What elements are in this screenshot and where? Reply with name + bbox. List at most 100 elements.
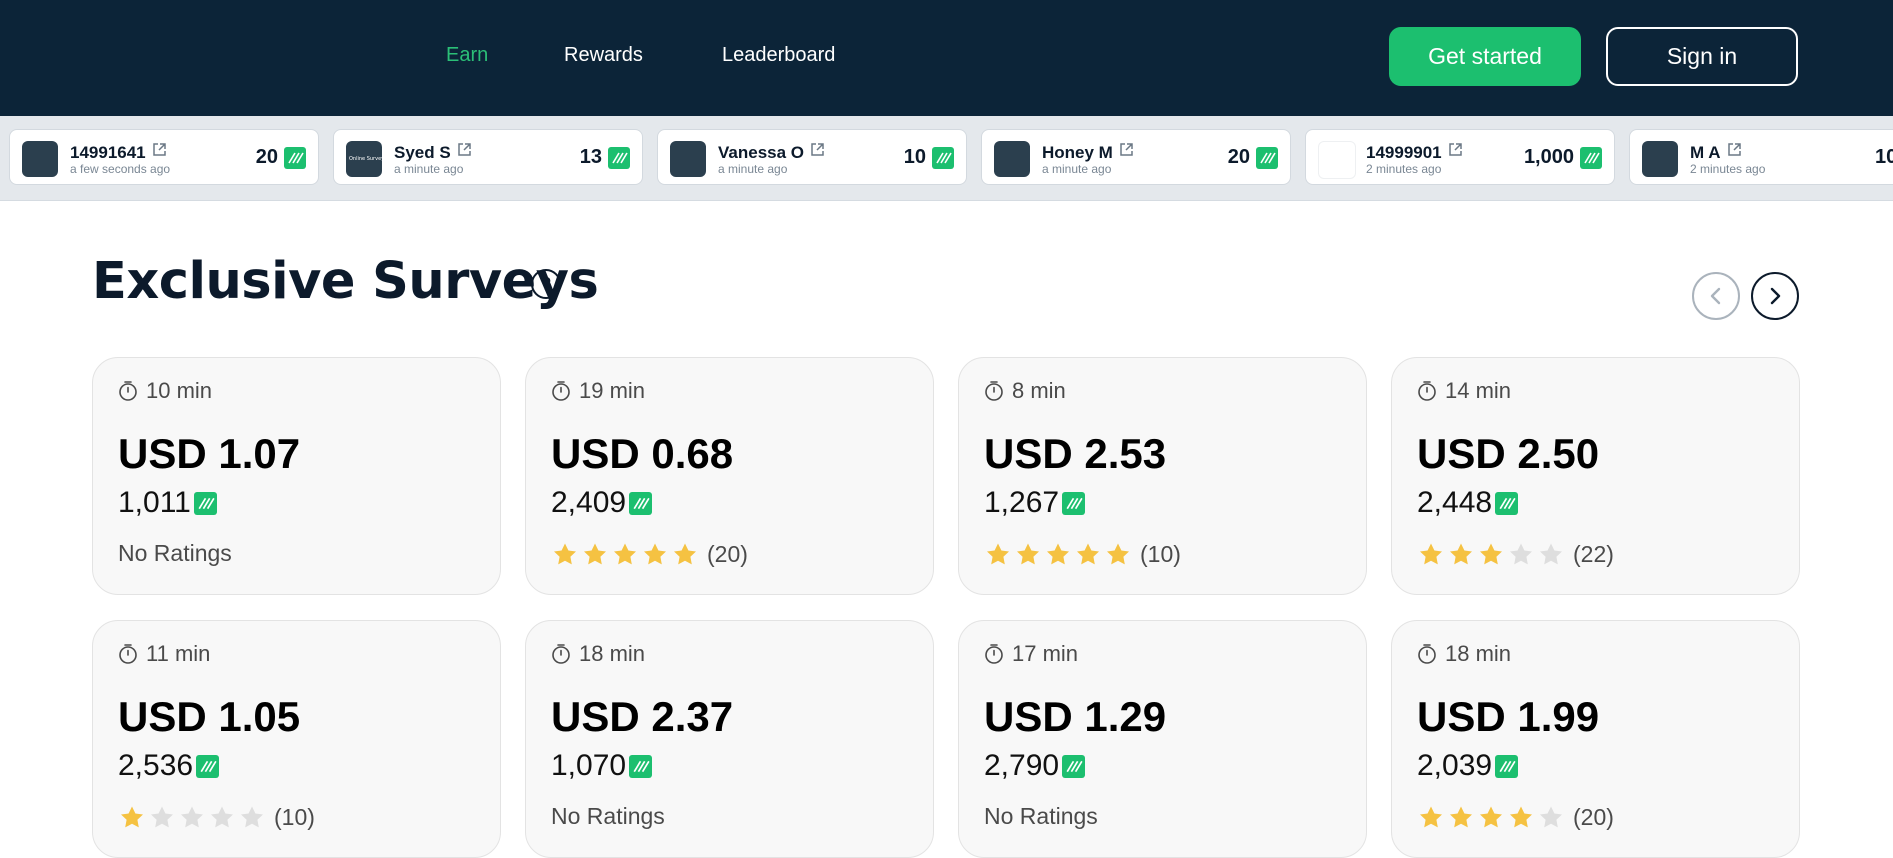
star-icon	[644, 543, 666, 565]
avatar	[994, 141, 1030, 177]
survey-rating: (20)	[551, 540, 748, 568]
survey-duration: 8 min	[984, 378, 1066, 404]
ticker-user: 14999901	[1366, 142, 1463, 163]
survey-card[interactable]: 14 min USD 2.50 2,448 (22)	[1391, 357, 1800, 595]
external-link-icon[interactable]	[152, 142, 167, 162]
carousel-next-button[interactable]	[1751, 272, 1799, 320]
coin-icon	[1495, 491, 1519, 515]
ticker-card[interactable]: 14991641 a few seconds ago 20	[9, 129, 319, 185]
ticker-user: Honey M	[1042, 142, 1134, 163]
rating-count: (20)	[1573, 803, 1614, 830]
survey-card[interactable]: 19 min USD 0.68 2,409 (20)	[525, 357, 934, 595]
survey-rating: No Ratings	[984, 803, 1098, 830]
star-icon	[241, 806, 263, 828]
external-link-icon[interactable]	[1119, 142, 1134, 162]
ticker-points: 20	[256, 146, 306, 169]
sign-in-button[interactable]: Sign in	[1606, 27, 1798, 86]
ticker-user: M A	[1690, 142, 1742, 163]
star-icon	[584, 543, 606, 565]
survey-card[interactable]: 18 min USD 1.99 2,039 (20)	[1391, 620, 1800, 858]
survey-points: 2,409	[551, 486, 653, 520]
external-link-icon[interactable]	[1448, 142, 1463, 162]
carousel-prev-button[interactable]	[1692, 272, 1740, 320]
survey-points: 2,448	[1417, 486, 1519, 520]
chevron-left-icon	[1710, 287, 1721, 305]
star-icon	[1510, 806, 1532, 828]
stopwatch-icon	[552, 381, 570, 401]
rating-count: (20)	[707, 540, 748, 567]
survey-usd-reward: USD 1.05	[118, 693, 301, 740]
stopwatch-icon	[119, 644, 137, 664]
ticker-user: Vanessa O	[718, 142, 825, 163]
avatar	[22, 141, 58, 177]
rating-count: (10)	[1140, 540, 1181, 567]
star-icon	[1450, 543, 1472, 565]
ticker-points: 10	[1875, 146, 1893, 168]
star-icon	[1450, 806, 1472, 828]
stopwatch-icon	[985, 381, 1003, 401]
star-icon	[1480, 806, 1502, 828]
coin-icon	[932, 146, 954, 169]
stopwatch-icon	[1418, 644, 1436, 664]
external-link-icon[interactable]	[810, 142, 825, 162]
no-ratings-label: No Ratings	[984, 803, 1098, 829]
coin-icon	[196, 754, 220, 778]
survey-points: 2,039	[1417, 749, 1519, 783]
section-title: Exclusive Surveys	[92, 252, 599, 311]
survey-duration: 11 min	[118, 641, 210, 667]
survey-usd-reward: USD 1.07	[118, 430, 301, 477]
nav-leaderboard[interactable]: Leaderboard	[722, 44, 835, 67]
ticker-card[interactable]: 14999901 2 minutes ago 1,000	[1305, 129, 1615, 185]
external-link-icon[interactable]	[457, 142, 472, 162]
survey-card[interactable]: 8 min USD 2.53 1,267 (10)	[958, 357, 1367, 595]
nav-earn[interactable]: Earn	[446, 44, 488, 67]
survey-duration: 19 min	[551, 378, 645, 404]
ticker-points: 10	[904, 146, 954, 169]
rating-count: (22)	[1573, 540, 1614, 567]
ticker-points: 20	[1228, 146, 1278, 169]
get-started-button[interactable]: Get started	[1389, 27, 1581, 86]
survey-rating: (10)	[984, 540, 1181, 568]
survey-duration: 10 min	[118, 378, 212, 404]
star-icon	[1107, 543, 1129, 565]
survey-card[interactable]: 18 min USD 2.37 1,070 No Ratings	[525, 620, 934, 858]
coin-icon	[629, 754, 653, 778]
survey-points: 2,536	[118, 749, 220, 783]
stopwatch-icon	[552, 644, 570, 664]
ticker-time: a minute ago	[718, 162, 788, 176]
ticker-card[interactable]: M A 2 minutes ago 10	[1629, 129, 1893, 185]
survey-card[interactable]: 10 min USD 1.07 1,011 No Ratings	[92, 357, 501, 595]
survey-usd-reward: USD 1.99	[1417, 693, 1600, 740]
survey-rating: (20)	[1417, 803, 1614, 831]
star-icon	[1540, 806, 1562, 828]
star-icon	[674, 543, 696, 565]
top-header: Earn Rewards Leaderboard Get started Sig…	[0, 0, 1893, 116]
survey-duration: 18 min	[551, 641, 645, 667]
star-icon	[1017, 543, 1039, 565]
ticker-card[interactable]: Online Surveys Syed S a minute ago 13	[333, 129, 643, 185]
survey-card[interactable]: 17 min USD 1.29 2,790 No Ratings	[958, 620, 1367, 858]
survey-usd-reward: USD 2.53	[984, 430, 1167, 477]
stopwatch-icon	[1418, 381, 1436, 401]
coin-icon	[1062, 754, 1086, 778]
avatar	[1642, 141, 1678, 177]
coin-icon	[284, 146, 306, 169]
external-link-icon[interactable]	[1727, 142, 1742, 162]
no-ratings-label: No Ratings	[118, 540, 232, 566]
rating-count: (10)	[274, 803, 315, 830]
survey-points: 1,267	[984, 486, 1086, 520]
ticker-card[interactable]: Honey M a minute ago 20	[981, 129, 1291, 185]
ticker-card[interactable]: Vanessa O a minute ago 10	[657, 129, 967, 185]
stopwatch-icon	[985, 644, 1003, 664]
survey-rating: (10)	[118, 803, 315, 831]
ticker-user: 14991641	[70, 142, 167, 163]
star-icon	[614, 543, 636, 565]
survey-card[interactable]: 11 min USD 1.05 2,536 (10)	[92, 620, 501, 858]
avatar: Online Surveys	[346, 141, 387, 177]
survey-usd-reward: USD 0.68	[551, 430, 734, 477]
star-icon	[1420, 806, 1442, 828]
nav-rewards[interactable]: Rewards	[564, 44, 643, 67]
help-icon[interactable]: ?	[531, 269, 561, 299]
star-icon	[211, 806, 233, 828]
coin-icon	[1256, 146, 1278, 169]
